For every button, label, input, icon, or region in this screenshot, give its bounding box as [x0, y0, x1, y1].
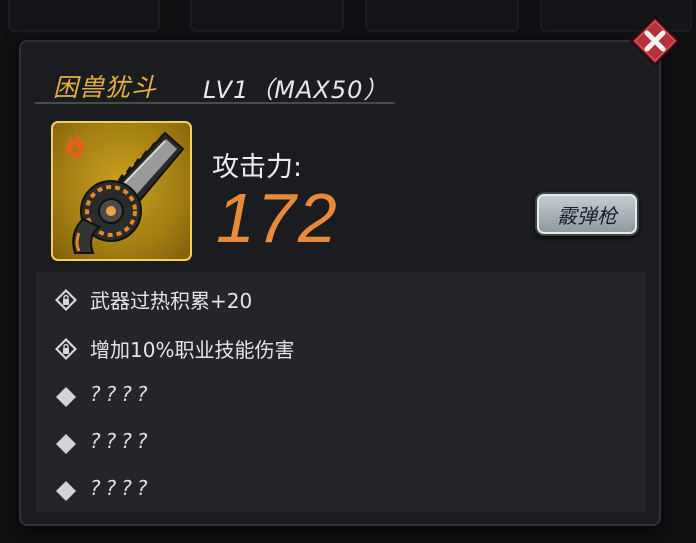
effect-text: ???? [90, 476, 153, 500]
title-row: 困兽犹斗 LV1（MAX50） [35, 62, 395, 104]
close-icon [629, 15, 681, 67]
effect-text: ???? [90, 429, 153, 453]
effect-row: ???? [36, 371, 646, 419]
effect-text: 增加10%职业技能伤害 [90, 338, 295, 362]
effect-row: 武器过热积累+20 [36, 274, 646, 322]
background-tile [190, 0, 344, 32]
lock-diamond-icon [55, 338, 77, 360]
effect-row: ???? [36, 465, 646, 513]
skill-name: 困兽犹斗 [53, 73, 158, 102]
skill-icon-frame [51, 121, 192, 261]
attack-value: 172 [216, 179, 339, 257]
background-tile [8, 0, 160, 32]
effect-text: 武器过热积累+20 [90, 289, 253, 313]
close-button[interactable] [629, 15, 681, 67]
diamond-icon [56, 387, 76, 407]
fire-element-icon [66, 131, 85, 157]
lock-diamond-icon [55, 289, 77, 311]
diamond-icon [56, 434, 76, 454]
effect-row: ???? [36, 418, 646, 466]
effects-list: 武器过热积累+20 增加10%职业技能伤害 ???? ???? ???? [36, 272, 646, 512]
weapon-type-button[interactable]: 霰弹枪 [535, 192, 639, 236]
skill-level: LV1（MAX50） [203, 76, 389, 104]
effect-text: ???? [90, 382, 153, 406]
diamond-icon [56, 481, 76, 501]
background-tile [365, 0, 519, 32]
effect-row: 增加10%职业技能伤害 [36, 323, 646, 371]
